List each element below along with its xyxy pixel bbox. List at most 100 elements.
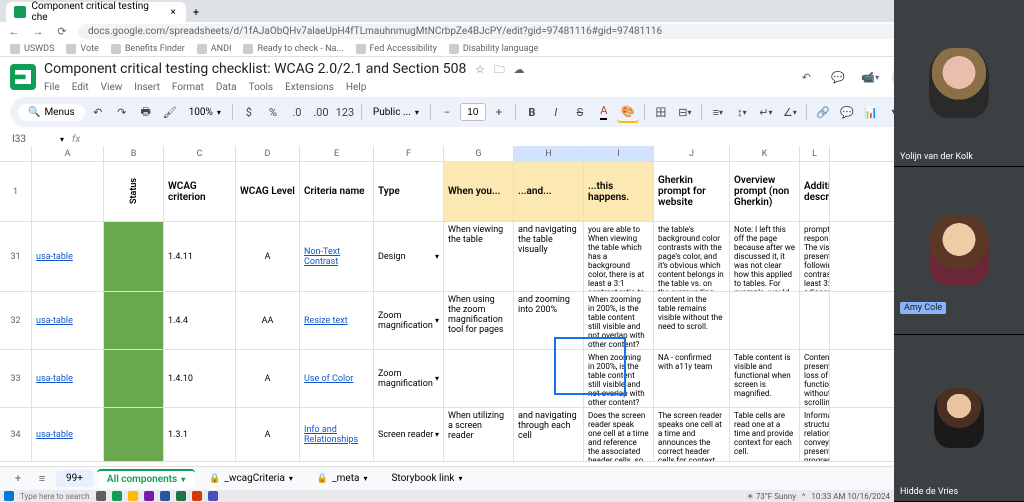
cell[interactable]: usa-table: [32, 222, 104, 291]
row-header[interactable]: 1: [0, 162, 32, 221]
row-header[interactable]: 32: [0, 292, 32, 349]
cell[interactable]: and navigating through each cell: [514, 408, 584, 461]
cell[interactable]: When zooming in 200%, is the table conte…: [584, 292, 654, 349]
bookmark-item[interactable]: Vote: [66, 44, 98, 54]
menu-extensions[interactable]: Extensions: [285, 82, 334, 93]
video-tile[interactable]: Yolijn van der Kolk: [894, 0, 1024, 167]
cell[interactable]: 1.4.11: [164, 222, 236, 291]
cell-dropdown[interactable]: Screen reader▾: [374, 408, 444, 461]
bookmark-item[interactable]: Fed Accessibility: [356, 44, 437, 54]
cell[interactable]: When zooming in 200%, is the table conte…: [584, 350, 654, 407]
cell[interactable]: [444, 350, 514, 407]
col-header-i[interactable]: I: [584, 146, 654, 161]
increase-decimal-button[interactable]: .00: [310, 101, 332, 123]
clock[interactable]: 10:33 AM 10/16/2024: [811, 492, 890, 501]
menu-format[interactable]: Format: [172, 82, 204, 93]
cell[interactable]: A: [236, 222, 300, 291]
taskbar-app-icon[interactable]: [192, 491, 202, 501]
sheet-tab-active[interactable]: All components ▾: [97, 469, 195, 488]
cell[interactable]: Overview prompt (non Gherkin): [730, 162, 800, 221]
taskbar-app-icon[interactable]: [176, 491, 186, 501]
address-bar[interactable]: docs.google.com/spreadsheets/d/1fAJaObQH…: [78, 24, 922, 39]
name-box-dropdown[interactable]: ▾: [60, 135, 64, 144]
col-header-j[interactable]: J: [654, 146, 730, 161]
bold-button[interactable]: B: [521, 101, 543, 123]
italic-button[interactable]: I: [545, 101, 567, 123]
cell[interactable]: Criteria name: [300, 162, 374, 221]
more-formats-button[interactable]: 123: [334, 101, 356, 123]
cell[interactable]: When you...: [444, 162, 514, 221]
cell[interactable]: [800, 292, 830, 349]
increase-font-button[interactable]: +: [488, 101, 510, 123]
bookmark-item[interactable]: ANDI: [197, 44, 232, 54]
cell[interactable]: usa-table: [32, 408, 104, 461]
cell[interactable]: [104, 222, 164, 291]
redo-button[interactable]: ↷: [111, 101, 133, 123]
row-header[interactable]: 34: [0, 408, 32, 461]
name-box[interactable]: I33: [12, 134, 52, 145]
cell[interactable]: Table content is visible and functional …: [730, 350, 800, 407]
undo-button[interactable]: ↶: [87, 101, 109, 123]
menu-help[interactable]: Help: [346, 82, 366, 93]
col-header-f[interactable]: F: [374, 146, 444, 161]
cell[interactable]: Use of Color: [300, 350, 374, 407]
cell[interactable]: When using the zoom magnification tool f…: [444, 292, 514, 349]
taskbar-app-icon[interactable]: [160, 491, 170, 501]
taskbar-app-icon[interactable]: [96, 491, 106, 501]
cell[interactable]: Table cells are read one at a time and p…: [730, 408, 800, 461]
new-tab-button[interactable]: +: [186, 2, 206, 22]
cell[interactable]: the table's background color contrasts w…: [654, 222, 730, 291]
cell[interactable]: [104, 292, 164, 349]
cell[interactable]: AA: [236, 292, 300, 349]
cell[interactable]: [32, 162, 104, 221]
sheet-tab[interactable]: Storybook link ▾: [381, 470, 472, 487]
sheet-tab[interactable]: 🔒_wcagCriteria ▾: [199, 470, 303, 487]
meet-icon[interactable]: 📹▾: [860, 67, 880, 87]
row-header[interactable]: 31: [0, 222, 32, 291]
folder-icon[interactable]: 🗀: [494, 63, 505, 76]
percent-button[interactable]: %: [262, 101, 284, 123]
cell[interactable]: NA - confirmed with a11y team: [654, 350, 730, 407]
taskbar-app-icon[interactable]: [128, 491, 138, 501]
col-header-k[interactable]: K: [730, 146, 800, 161]
decrease-decimal-button[interactable]: .0: [286, 101, 308, 123]
all-sheets-button[interactable]: ≡: [32, 469, 52, 489]
cell[interactable]: 1.4.4: [164, 292, 236, 349]
wrap-button[interactable]: ↵▾: [755, 101, 777, 123]
row-header[interactable]: 33: [0, 350, 32, 407]
cell[interactable]: Does the screen reader speak one cell at…: [584, 408, 654, 461]
col-header-h[interactable]: H: [514, 146, 584, 161]
reload-button[interactable]: ⟳: [54, 24, 70, 40]
zoom-select[interactable]: 100%▾: [183, 105, 227, 120]
cell[interactable]: [730, 292, 800, 349]
cell[interactable]: [104, 350, 164, 407]
col-header-d[interactable]: D: [236, 146, 300, 161]
font-size-input[interactable]: [460, 103, 486, 121]
cell[interactable]: Status: [104, 162, 164, 221]
strikethrough-button[interactable]: S: [569, 101, 591, 123]
decrease-font-button[interactable]: −: [436, 101, 458, 123]
taskbar-search[interactable]: Type here to search: [20, 492, 90, 501]
cell[interactable]: prompting response. The visual presentat…: [800, 222, 830, 291]
merge-button[interactable]: ⊟▾: [674, 101, 696, 123]
cell[interactable]: Type: [374, 162, 444, 221]
col-header-b[interactable]: B: [104, 146, 164, 161]
comment-icon[interactable]: 💬: [828, 67, 848, 87]
cell[interactable]: Content c presented loss of inf function…: [800, 350, 830, 407]
sheet-tab[interactable]: 🔒_meta ▾: [307, 470, 378, 487]
col-header-e[interactable]: E: [300, 146, 374, 161]
weather-widget[interactable]: ☀ 73°F Sunny: [747, 492, 796, 501]
menu-file[interactable]: File: [44, 82, 60, 93]
cell[interactable]: usa-table: [32, 350, 104, 407]
menu-tools[interactable]: Tools: [249, 82, 273, 93]
cell[interactable]: ...this happens.: [584, 162, 654, 221]
menus-button[interactable]: 🔍Menus: [18, 104, 85, 121]
cell[interactable]: [104, 408, 164, 461]
rotate-button[interactable]: ∠▾: [779, 101, 801, 123]
menu-insert[interactable]: Insert: [134, 82, 160, 93]
cell[interactable]: WCAG criterion: [164, 162, 236, 221]
cell-dropdown[interactable]: Zoom magnification▾: [374, 292, 444, 349]
cell[interactable]: The screen reader speaks one cell at a t…: [654, 408, 730, 461]
video-tile[interactable]: Amy Cole: [894, 167, 1024, 334]
cell[interactable]: Informatic structure, relationsh conveye…: [800, 408, 830, 461]
